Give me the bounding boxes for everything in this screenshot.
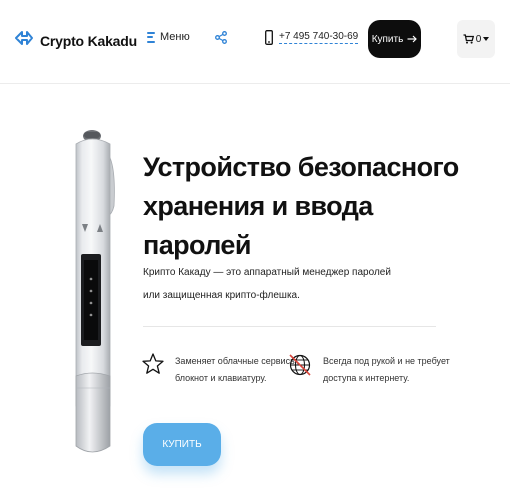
hero-title-line-1: Устройство безопасного [143, 152, 459, 182]
hero-desc-line-1: Крипто Какаду — это аппаратный менеджер … [143, 267, 391, 278]
star-icon [142, 353, 164, 374]
svg-text:*: * [90, 301, 93, 308]
site-header: Crypto Kakadu Меню +7 495 740-30-69 Купи… [0, 0, 510, 84]
feature-text: Заменяет облачные сервисы, блокнот и кла… [175, 353, 299, 387]
svg-text:*: * [90, 277, 93, 284]
hero-title-line-2: хранения и ввода паролей [143, 191, 373, 260]
globe-crossed-icon [289, 354, 311, 376]
cart-button[interactable]: 0 [457, 20, 495, 58]
feature-item: Всегда под рукой и не требует доступа к … [287, 352, 450, 387]
hero-description: Крипто Какаду — это аппаратный менеджер … [143, 261, 443, 307]
cart-count: 0 [475, 33, 482, 45]
menu-button[interactable]: Меню [147, 31, 190, 43]
buy-button-main[interactable]: КУПИТЬ [143, 423, 221, 466]
device-image: * * * * [66, 126, 124, 465]
feature-item: Заменяет облачные сервисы, блокнот и кла… [141, 352, 299, 387]
phone-link[interactable]: +7 495 740-30-69 [265, 30, 359, 45]
feature-text-line-2: блокнот и клавиатуру. [175, 373, 267, 383]
phone-number: +7 495 740-30-69 [279, 31, 359, 44]
logo-text: Crypto Kakadu [40, 32, 137, 49]
share-button[interactable] [215, 31, 227, 49]
feature-text-line-1: Заменяет облачные сервисы, [175, 356, 300, 366]
arrow-right-icon [407, 35, 418, 43]
feature-text-line-2: доступа к интернету. [323, 373, 410, 383]
feature-text-line-1: Всегда под рукой и не требует [323, 356, 450, 366]
logo-icon [14, 28, 34, 53]
cart-icon [463, 34, 474, 44]
menu-label: Меню [160, 31, 190, 43]
buy-button-header[interactable]: Купить [368, 20, 421, 58]
buy-main-label: КУПИТЬ [162, 439, 202, 450]
feature-text: Всегда под рукой и не требует доступа к … [323, 353, 450, 387]
hero-title: Устройство безопасного хранения и ввода … [143, 148, 483, 265]
buy-label: Купить [371, 33, 404, 45]
logo[interactable]: Crypto Kakadu [14, 28, 137, 53]
svg-text:*: * [90, 289, 93, 296]
share-icon [215, 31, 227, 44]
caret-down-icon [483, 37, 490, 41]
phone-icon [265, 30, 273, 45]
hero-desc-line-2: или защищенная крипто-флешка. [143, 290, 300, 301]
divider [143, 326, 436, 327]
menu-icon [147, 31, 155, 43]
svg-text:*: * [90, 313, 93, 320]
